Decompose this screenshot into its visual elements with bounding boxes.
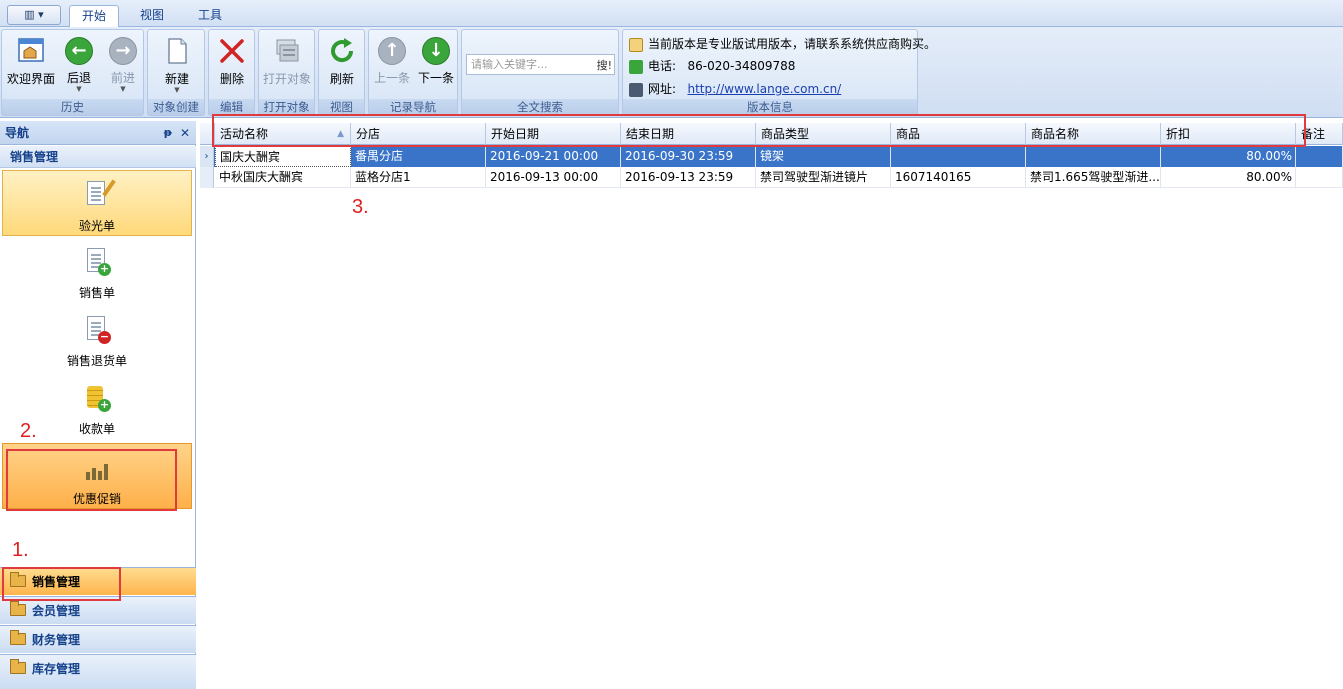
refresh-icon — [331, 38, 354, 63]
group-title-create: 对象创建 — [148, 99, 204, 115]
back-button[interactable]: ← 后退 ▼ — [58, 34, 100, 96]
annotation-label-2: 2. — [20, 420, 37, 442]
open-object-button[interactable]: 打开对象 — [261, 34, 313, 96]
website-link[interactable]: http://www.lange.com.cn/ — [688, 82, 842, 96]
delete-button[interactable]: 删除 — [211, 34, 253, 96]
nav-header: 导航 ᵽ ✕ — [0, 121, 196, 145]
nav-item-optometry[interactable]: 验光单 — [2, 170, 192, 236]
search-input[interactable]: 请输入关键字... 搜! — [466, 54, 615, 75]
cell-end-date[interactable]: 2016-09-13 23:59 — [621, 167, 756, 188]
up-arrow-icon: ↑ — [378, 37, 406, 65]
group-title-open: 打开对象 — [259, 99, 314, 115]
cell-remark[interactable] — [1296, 167, 1343, 188]
sales-order-icon: + — [83, 246, 111, 276]
welcome-button[interactable]: 欢迎界面 — [5, 34, 57, 96]
forward-button[interactable]: → 前进 ▼ — [102, 34, 144, 96]
group-edit: 删除 编辑 — [208, 29, 255, 116]
annotation-label-1: 1. — [12, 539, 29, 561]
annotation-box-columns — [212, 114, 1306, 147]
group-create: 新建 ▼ 对象创建 — [147, 29, 205, 116]
nav-item-sales-return[interactable]: − 销售退货单 — [2, 306, 192, 372]
next-record-button[interactable]: ↓ 下一条 — [414, 34, 458, 96]
annotation-box-sales-group — [2, 567, 121, 601]
notice-icon — [629, 37, 643, 52]
new-document-icon — [168, 38, 187, 64]
group-title-search: 全文搜索 — [462, 99, 618, 115]
annotation-label-3: 3. — [352, 196, 369, 218]
nav-group-title: 销售管理 — [0, 146, 196, 168]
cell-product-name[interactable] — [1026, 146, 1161, 167]
group-view: 刷新 视图 — [318, 29, 365, 116]
cell-activity-name[interactable]: 国庆大酬宾 — [215, 146, 351, 167]
nav-group-finance[interactable]: 财务管理 — [0, 625, 196, 653]
chevron-down-icon: ▼ — [174, 86, 180, 94]
cell-product-type[interactable]: 镜架 — [756, 146, 891, 167]
tab-start[interactable]: 开始 — [69, 5, 119, 28]
cell-branch[interactable]: 番禺分店 — [351, 146, 486, 167]
nav-item-sales-order[interactable]: + 销售单 — [2, 238, 192, 304]
cell-start-date[interactable]: 2016-09-13 00:00 — [486, 167, 621, 188]
refresh-button[interactable]: 刷新 — [321, 34, 363, 96]
cell-product[interactable]: 1607140165 — [891, 167, 1026, 188]
home-icon — [629, 82, 643, 97]
table-row[interactable]: 中秋国庆大酬宾 蓝格分店1 2016-09-13 00:00 2016-09-1… — [200, 167, 1343, 188]
nav-group-inventory[interactable]: 库存管理 — [0, 654, 196, 689]
row-indicator-icon: › — [200, 146, 214, 167]
forward-arrow-icon: → — [109, 37, 137, 65]
folder-icon — [10, 630, 26, 645]
table-row[interactable]: › 国庆大酬宾 番禺分店 2016-09-21 00:00 2016-09-30… — [200, 146, 1343, 167]
navigation-panel: 导航 ᵽ ✕ 销售管理 验光单 + 销售单 − 销售退货单 + 收款单 优惠促销… — [0, 121, 196, 689]
chevron-down-icon: ▼ — [76, 85, 82, 93]
ribbon: 欢迎界面 ← 后退 ▼ → 前进 ▼ 历史 新建 ▼ 对象创建 删除 编辑 打开… — [0, 27, 1343, 118]
chevron-down-icon: ▼ — [120, 85, 126, 93]
tab-view[interactable]: 视图 — [128, 5, 176, 27]
group-title-history: 历史 — [2, 99, 143, 115]
app-menu-button[interactable]: ▥ ▾ — [7, 5, 61, 25]
cell-product-type[interactable]: 禁司驾驶型渐进镜片 — [756, 167, 891, 188]
group-record-nav: ↑ 上一条 ↓ 下一条 记录导航 — [368, 29, 458, 116]
phone-line: 电话: 86-020-34809788 — [629, 57, 795, 75]
prev-record-button[interactable]: ↑ 上一条 — [370, 34, 414, 96]
ribbon-tab-bar: ▥ ▾ 开始 视图 工具 — [0, 0, 1343, 28]
welcome-icon — [18, 38, 44, 62]
folder-icon — [10, 601, 26, 616]
cell-product-name[interactable]: 禁司1.665驾驶型渐进... — [1026, 167, 1161, 188]
back-arrow-icon: ← — [65, 37, 93, 65]
tab-tools[interactable]: 工具 — [186, 5, 234, 27]
delete-x-icon — [220, 39, 244, 63]
new-button[interactable]: 新建 ▼ — [152, 34, 202, 96]
row-indicator — [200, 167, 214, 188]
cell-remark[interactable] — [1296, 146, 1343, 167]
group-history: 欢迎界面 ← 后退 ▼ → 前进 ▼ 历史 — [1, 29, 144, 116]
cell-branch[interactable]: 蓝格分店1 — [351, 167, 486, 188]
phone-icon — [629, 59, 643, 74]
coins-icon: + — [83, 382, 111, 412]
group-fulltext-search: 请输入关键字... 搜! 全文搜索 — [461, 29, 619, 116]
pin-icon[interactable]: ᵽ — [164, 121, 172, 145]
open-object-icon — [276, 39, 299, 62]
cell-start-date[interactable]: 2016-09-21 00:00 — [486, 146, 621, 167]
annotation-box-promotion — [6, 449, 177, 511]
sales-return-icon: − — [83, 314, 111, 344]
cell-activity-name[interactable]: 中秋国庆大酬宾 — [215, 167, 351, 188]
group-title-version: 版本信息 — [623, 99, 917, 115]
down-arrow-icon: ↓ — [422, 37, 450, 65]
website-line: 网址: http://www.lange.com.cn/ — [629, 80, 841, 98]
group-open: 打开对象 打开对象 — [258, 29, 315, 116]
group-title-edit: 编辑 — [209, 99, 254, 115]
close-icon[interactable]: ✕ — [180, 121, 190, 145]
search-button[interactable]: 搜! — [597, 56, 612, 75]
notice-line: 当前版本是专业版试用版本，请联系系统供应商购买。 — [629, 35, 936, 53]
cell-product[interactable] — [891, 146, 1026, 167]
cell-end-date[interactable]: 2016-09-30 23:59 — [621, 146, 756, 167]
group-title-nav: 记录导航 — [369, 99, 457, 115]
group-version-info: 当前版本是专业版试用版本，请联系系统供应商购买。 电话: 86-020-3480… — [622, 29, 936, 116]
cell-discount[interactable]: 80.00% — [1161, 146, 1296, 167]
cell-discount[interactable]: 80.00% — [1161, 167, 1296, 188]
folder-icon — [10, 659, 26, 674]
optometry-form-icon — [83, 179, 116, 209]
group-title-view: 视图 — [319, 99, 364, 115]
